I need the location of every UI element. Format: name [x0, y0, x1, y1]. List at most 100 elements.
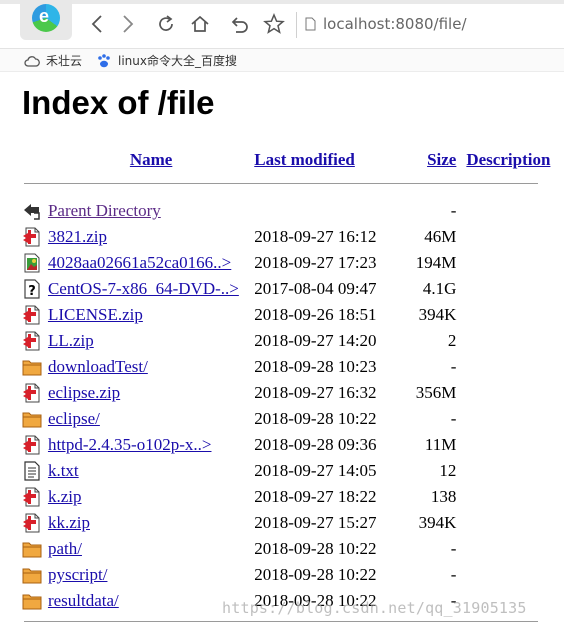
- parent-description-cell: [456, 198, 564, 224]
- file-link[interactable]: 4028aa02661a52ca0166..>: [48, 253, 231, 272]
- size-cell: 394K: [418, 513, 457, 532]
- description-cell: [456, 380, 564, 406]
- footer-divider: [24, 621, 538, 622]
- table-row[interactable]: k.zip 2018-09-27 18:22 138: [22, 484, 564, 510]
- modified-cell: 2018-09-28 10:22: [254, 539, 377, 558]
- modified-cell: 2018-09-28 10:23: [254, 357, 377, 376]
- name-cell: LL.zip: [48, 328, 254, 354]
- modified-cell: 2018-09-27 14:20: [254, 331, 377, 350]
- icon-cell: [22, 302, 48, 328]
- compressed-file-icon: [23, 227, 40, 247]
- size-column-header: Size: [409, 144, 456, 176]
- table-row[interactable]: ? CentOS-7-x86_64-DVD-..> 2017-08-04 09:47…: [22, 276, 564, 302]
- reload-icon[interactable]: [154, 12, 178, 36]
- modified-cell: 2018-09-28 10:22: [254, 565, 377, 584]
- address-bar[interactable]: [296, 12, 564, 38]
- icon-cell: ?: [22, 276, 48, 302]
- table-row[interactable]: LL.zip 2018-09-27 14:20 2: [22, 328, 564, 354]
- logo-letter: e: [39, 6, 50, 26]
- name-cell: eclipse/: [48, 406, 254, 432]
- file-link[interactable]: pyscript/: [48, 565, 108, 584]
- name-cell: pyscript/: [48, 562, 254, 588]
- bookmark-item-2[interactable]: linux命令大全_百度搜: [96, 52, 237, 69]
- table-row[interactable]: eclipse.zip 2018-09-27 16:32 356M: [22, 380, 564, 406]
- modified-cell: 2018-09-28 10:22: [254, 409, 377, 428]
- name-cell: LICENSE.zip: [48, 302, 254, 328]
- description-cell: [456, 354, 564, 380]
- table-row[interactable]: 4028aa02661a52ca0166..> 2018-09-27 17:23 1…: [22, 250, 564, 276]
- bookmark-label-1: 禾壮云: [46, 54, 83, 68]
- bookmark-item-1[interactable]: 禾壮云: [24, 52, 82, 69]
- directory-listing-table: Name Last modified Size Description Pare…: [22, 144, 564, 614]
- name-cell: downloadTest/: [48, 354, 254, 380]
- description-cell: [456, 484, 564, 510]
- compressed-file-icon: [23, 331, 40, 351]
- name-cell: httpd-2.4.35-o102p-x..>: [48, 432, 254, 458]
- description-cell: [456, 328, 564, 354]
- file-link[interactable]: k.txt: [48, 461, 79, 480]
- modified-cell: 2018-09-27 16:12: [254, 227, 377, 246]
- compressed-file-icon: [23, 487, 40, 507]
- table-row[interactable]: pyscript/2018-09-28 10:22 -: [22, 562, 564, 588]
- parent-directory-link[interactable]: Parent Directory: [48, 201, 161, 220]
- table-row[interactable]: LICENSE.zip 2018-09-26 18:51 394K: [22, 302, 564, 328]
- file-link[interactable]: path/: [48, 539, 82, 558]
- modified-column-header: Last modified: [254, 144, 408, 176]
- name-cell: 3821.zip: [48, 224, 254, 250]
- folder-icon: [22, 594, 42, 610]
- name-cell: 4028aa02661a52ca0166..>: [48, 250, 254, 276]
- folder-icon: [22, 542, 42, 558]
- bookmark-label-2: linux命令大全_百度搜: [118, 54, 237, 68]
- table-row[interactable]: kk.zip 2018-09-27 15:27 394K: [22, 510, 564, 536]
- home-icon[interactable]: [188, 12, 212, 36]
- file-link[interactable]: 3821.zip: [48, 227, 107, 246]
- table-row[interactable]: httpd-2.4.35-o102p-x..> 2018-09-28 09:36 1…: [22, 432, 564, 458]
- parent-size-cell: -: [450, 201, 457, 220]
- table-row[interactable]: downloadTest/2018-09-28 10:23 -: [22, 354, 564, 380]
- size-cell: 356M: [415, 383, 457, 402]
- sort-by-name-link[interactable]: Name: [130, 150, 172, 169]
- file-link[interactable]: httpd-2.4.35-o102p-x..>: [48, 435, 212, 454]
- table-row[interactable]: 3821.zip 2018-09-27 16:12 46M: [22, 224, 564, 250]
- file-link[interactable]: k.zip: [48, 487, 82, 506]
- star-bookmark-icon[interactable]: [262, 12, 286, 36]
- file-link[interactable]: resultdata/: [48, 591, 119, 610]
- url-input[interactable]: [323, 14, 559, 34]
- table-header-row: Name Last modified Size Description: [22, 144, 564, 176]
- modified-cell: 2018-09-27 16:32: [254, 383, 377, 402]
- file-link[interactable]: LL.zip: [48, 331, 94, 350]
- bookmarks-bar: 禾壮云 linux命令大全_百度搜: [0, 49, 564, 72]
- modified-cell: 2018-09-27 18:22: [254, 487, 377, 506]
- file-link[interactable]: LICENSE.zip: [48, 305, 143, 324]
- file-link[interactable]: kk.zip: [48, 513, 90, 532]
- forward-icon[interactable]: [116, 12, 140, 36]
- size-cell: 12: [439, 461, 457, 480]
- text-file-icon: [24, 461, 40, 481]
- icon-cell: [22, 250, 48, 276]
- back-icon[interactable]: [85, 12, 109, 36]
- sort-by-size-link[interactable]: Size: [427, 150, 456, 169]
- folder-icon: [22, 568, 42, 584]
- compressed-file-icon: [23, 513, 40, 533]
- table-row[interactable]: path/2018-09-28 10:22 -: [22, 536, 564, 562]
- browser-logo-icon[interactable]: e: [20, 0, 72, 40]
- file-link[interactable]: eclipse.zip: [48, 383, 120, 402]
- parent-directory-row[interactable]: Parent Directory -: [22, 198, 564, 224]
- size-cell: 46M: [424, 227, 457, 246]
- icon-cell: [22, 406, 48, 432]
- name-cell: path/: [48, 536, 254, 562]
- description-cell: [456, 406, 564, 432]
- table-row[interactable]: eclipse/2018-09-28 10:22 -: [22, 406, 564, 432]
- sort-by-description-link[interactable]: Description: [466, 150, 550, 169]
- modified-cell: 2018-09-27 14:05: [254, 461, 377, 480]
- file-link[interactable]: CentOS-7-x86_64-DVD-..>: [48, 279, 239, 298]
- parent-name-cell: Parent Directory: [48, 198, 254, 224]
- table-row[interactable]: k.txt 2018-09-27 14:05 12: [22, 458, 564, 484]
- size-cell: 194M: [415, 253, 457, 272]
- file-link[interactable]: downloadTest/: [48, 357, 148, 376]
- file-link[interactable]: eclipse/: [48, 409, 100, 428]
- modified-cell: 2018-09-28 09:36: [254, 435, 377, 454]
- size-cell: 11M: [424, 435, 457, 454]
- undo-icon[interactable]: [228, 12, 252, 36]
- sort-by-modified-link[interactable]: Last modified: [254, 150, 355, 169]
